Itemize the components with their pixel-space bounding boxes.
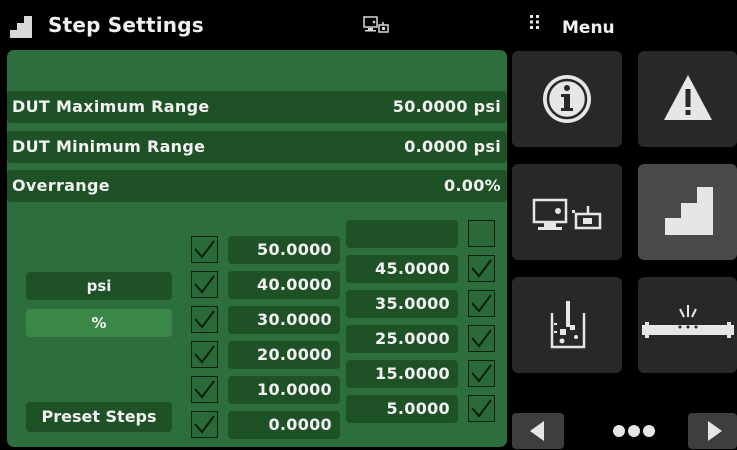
- chevron-right-icon: [708, 421, 722, 441]
- page-title: Step Settings: [48, 13, 204, 37]
- step-value-right-6[interactable]: 5.0000: [346, 395, 458, 423]
- step-checkbox-right-4[interactable]: [468, 325, 495, 352]
- overrange-value: 0.00%: [443, 176, 501, 195]
- step-checkbox-right-1[interactable]: [468, 220, 495, 247]
- dut-max-range-row[interactable]: DUT Maximum Range 50.0000 psi: [7, 91, 507, 123]
- step-settings-tile[interactable]: [638, 164, 737, 260]
- step-checkbox-left-6[interactable]: [191, 411, 218, 438]
- header-bar: Step Settings Menu: [0, 0, 737, 50]
- overrange-label: Overrange: [12, 176, 110, 195]
- step-value-left-6[interactable]: 0.0000: [228, 411, 340, 439]
- step-value-right-3[interactable]: 35.0000: [346, 290, 458, 318]
- chevron-left-icon: [530, 421, 544, 441]
- step-value-right-2[interactable]: 45.0000: [346, 255, 458, 283]
- step-icon: [10, 16, 32, 38]
- unit-percent-button[interactable]: %: [26, 309, 172, 337]
- step-value-left-4[interactable]: 20.0000: [228, 341, 340, 369]
- step-checkbox-left-1[interactable]: [191, 236, 218, 263]
- step-value-left-1[interactable]: 50.0000: [228, 236, 340, 264]
- step-checkbox-left-5[interactable]: [191, 376, 218, 403]
- overrange-row[interactable]: Overrange 0.00%: [7, 170, 507, 202]
- next-page-button[interactable]: [688, 413, 737, 449]
- preset-steps-button[interactable]: Preset Steps: [26, 402, 172, 432]
- step-value-left-3[interactable]: 30.0000: [228, 306, 340, 334]
- remote-tile[interactable]: [512, 164, 622, 260]
- remote-icon: [532, 198, 602, 230]
- info-tile[interactable]: [512, 51, 622, 147]
- leak-test-tile[interactable]: [638, 277, 737, 373]
- step-value-right-4[interactable]: 25.0000: [346, 325, 458, 353]
- info-icon: [543, 75, 591, 123]
- warning-tile[interactable]: [638, 51, 737, 147]
- beaker-tile[interactable]: [512, 277, 622, 373]
- step-value-left-2[interactable]: 40.0000: [228, 271, 340, 299]
- dut-min-range-value: 0.0000 psi: [404, 137, 501, 156]
- step-checkbox-right-3[interactable]: [468, 290, 495, 317]
- warning-icon: [664, 75, 712, 120]
- step-checkbox-right-6[interactable]: [468, 395, 495, 422]
- step-value-left-5[interactable]: 10.0000: [228, 376, 340, 404]
- step-checkbox-right-2[interactable]: [468, 255, 495, 282]
- beaker-icon: [550, 301, 586, 349]
- step-checkbox-left-3[interactable]: [191, 306, 218, 333]
- leak-icon: [642, 305, 734, 338]
- step-checkbox-left-4[interactable]: [191, 341, 218, 368]
- dut-max-range-value: 50.0000 psi: [392, 97, 501, 116]
- dut-max-range-label: DUT Maximum Range: [12, 97, 210, 116]
- step-value-right-1[interactable]: [346, 220, 458, 248]
- step-checkbox-right-5[interactable]: [468, 360, 495, 387]
- step-value-right-5[interactable]: 15.0000: [346, 360, 458, 388]
- menu-dots-icon[interactable]: [530, 15, 540, 29]
- step-icon: [665, 187, 713, 235]
- dut-min-range-row[interactable]: DUT Minimum Range 0.0000 psi: [7, 131, 507, 163]
- step-checkbox-left-2[interactable]: [191, 271, 218, 298]
- remote-icon[interactable]: [363, 16, 389, 36]
- dut-min-range-label: DUT Minimum Range: [12, 137, 206, 156]
- menu-label[interactable]: Menu: [562, 18, 615, 38]
- prev-page-button[interactable]: [512, 413, 564, 449]
- page-indicator: [613, 425, 655, 437]
- unit-psi-button[interactable]: psi: [26, 272, 172, 300]
